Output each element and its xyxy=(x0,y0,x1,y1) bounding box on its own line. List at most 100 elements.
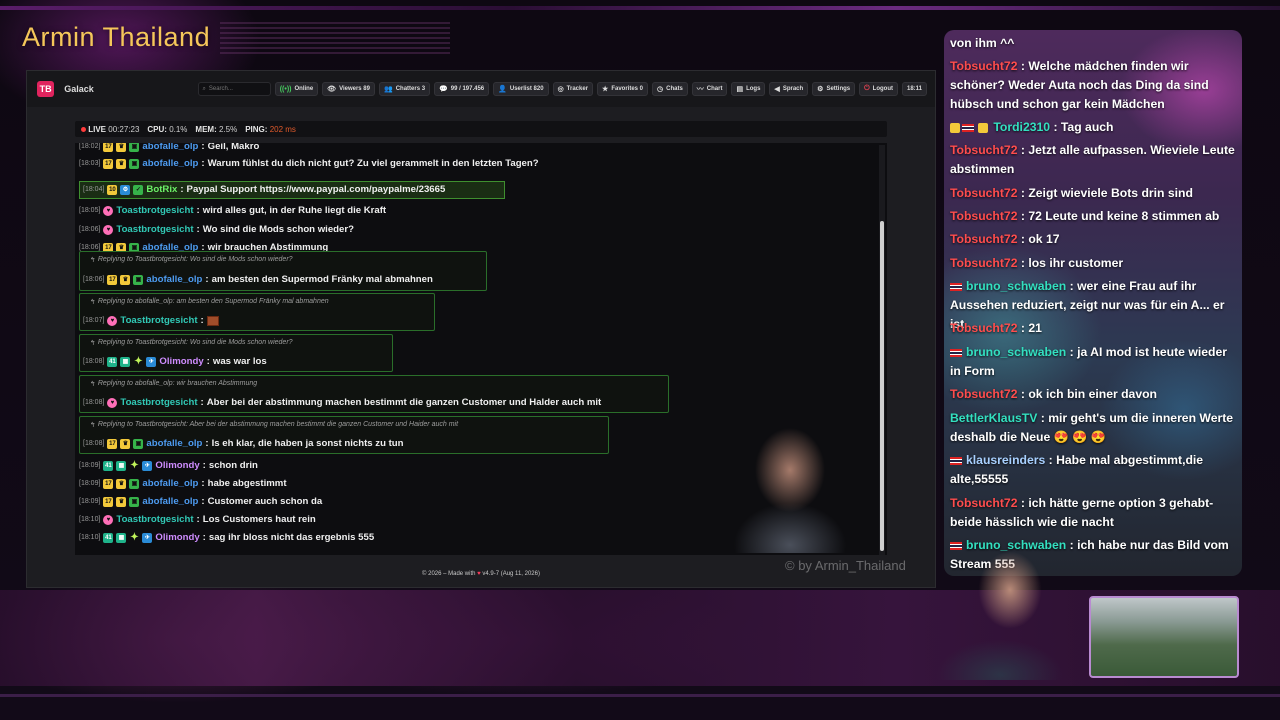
search-input[interactable]: ⌕ Search... xyxy=(197,82,271,96)
chat-username[interactable]: Toastbrotgesicht xyxy=(120,397,197,408)
nav-label: 99 / 197.456 xyxy=(450,86,485,92)
chat-row: [18:09] 17 ♛ ▣ abofalle_olp: Customer au… xyxy=(79,496,323,507)
nav-online-button[interactable]: ((•)) Online xyxy=(274,82,319,96)
nav-favorites-button[interactable]: ★ Favorites 0 xyxy=(597,82,648,96)
reply-text: Replying to abofalle_olp: am besten den … xyxy=(97,298,329,305)
chat-row: [18:04] 10 ⚙ ✓ BotRix: Paypal Support ht… xyxy=(83,184,446,195)
nav-userlist-button[interactable]: 👤 Userlist 820 xyxy=(493,82,549,96)
nav-chatters-button[interactable]: 👥 Chatters 3 xyxy=(378,82,431,96)
footer-text: © 2026 – Made with xyxy=(422,571,476,577)
timestamp: [18:04] xyxy=(83,186,105,193)
crown-icon xyxy=(978,122,988,133)
chat-username[interactable]: Olimondy xyxy=(155,460,199,471)
overlay-chat-text: : 72 Leute und keine 8 stimmen ab xyxy=(1020,209,1220,223)
clock-text: 18:11 xyxy=(906,86,922,92)
overlay-chat-text: : ok ich bin einer davon xyxy=(1020,387,1158,401)
nav-label: Favorites 0 xyxy=(611,86,643,92)
nav-logout-button[interactable]: ⏻ Logout xyxy=(859,82,898,96)
reply-text: Replying to abofalle_olp: wir brauchen A… xyxy=(97,380,258,387)
chat-username[interactable]: abofalle_olp xyxy=(142,496,198,507)
sparkle-badge-icon: ✦ xyxy=(134,355,143,367)
nav-messages-button[interactable]: 💬 99 / 197.456 xyxy=(434,82,490,96)
reply-header: ↰ Replying to Toastbrotgesicht: Wo sind d… xyxy=(89,256,293,264)
overlay-chat-user: klausreinders xyxy=(966,453,1046,467)
live-label: LIVE xyxy=(88,124,107,134)
flag-icon xyxy=(962,123,974,132)
chat-username[interactable]: abofalle_olp xyxy=(142,143,198,152)
mem-value: 2.5% xyxy=(218,124,238,134)
nav-tracker-button[interactable]: ◎ Tracker xyxy=(552,82,594,96)
user-icon: 👤 xyxy=(498,86,507,93)
chat-username[interactable]: Toastbrotgesicht xyxy=(120,315,197,326)
app-logo[interactable]: TB xyxy=(37,81,55,97)
flag-icon xyxy=(950,282,962,291)
nav-sprach-button[interactable]: ◀ Sprach xyxy=(769,82,809,96)
nav-viewers-button[interactable]: 👁 Viewers 89 xyxy=(322,82,375,96)
chat-row: [18:10] ♥ Toastbrotgesicht: Los Customer… xyxy=(79,514,316,525)
chat-username[interactable]: abofalle_olp xyxy=(146,438,202,449)
heart-badge-icon: ♥ xyxy=(107,315,118,326)
reply-header: ↰ Replying to Toastbrotgesicht: Aber bei … xyxy=(89,421,458,429)
chat-username[interactable]: abofalle_olp xyxy=(146,274,202,285)
timestamp: [18:05] xyxy=(79,207,101,214)
online-icon: ((•)) xyxy=(279,85,292,93)
chat-username[interactable]: Toastbrotgesicht xyxy=(116,224,193,235)
timestamp: [18:09] xyxy=(79,462,101,469)
nav-chats-button[interactable]: ◷ Chats xyxy=(652,82,688,96)
gift-badge-icon: ▣ xyxy=(129,158,140,169)
chat-row: [18:02] 17 ♛ ▣ abofalle_olp: Geil, Makro xyxy=(79,143,260,152)
chat-row: [18:08] 41 ▦ ✦ ✈ Olimondy: was war los xyxy=(83,355,267,367)
title-decor-stripes xyxy=(220,22,450,54)
gift-badge-icon: ▣ xyxy=(133,274,144,285)
nav-label: Viewers 89 xyxy=(339,86,370,92)
nav-label: Chart xyxy=(706,86,723,92)
chat-username[interactable]: Olimondy xyxy=(155,532,199,543)
timestamp: [18:08] xyxy=(83,399,105,406)
target-icon: ◎ xyxy=(557,86,564,93)
chat-text: Customer auch schon da xyxy=(207,496,323,507)
crown-badge-icon: ♛ xyxy=(120,274,131,285)
nav-chart-button[interactable]: 〰 Chart xyxy=(691,82,728,96)
chat-username[interactable]: abofalle_olp xyxy=(142,478,198,489)
nav-label: Logs xyxy=(746,86,761,92)
chat-username[interactable]: Toastbrotgesicht xyxy=(116,514,193,525)
chat-row: [18:06] 17 ♛ ▣ abofalle_olp: am besten d… xyxy=(83,274,433,285)
chart-icon: 〰 xyxy=(696,86,704,93)
reply-header: ↰ Replying to abofalle_olp: wir brauchen … xyxy=(89,380,257,388)
chat-row: [18:05] ♥ Toastbrotgesicht: wird alles g… xyxy=(79,205,387,216)
reply-header: ↰ Replying to Toastbrotgesicht: Wo sind d… xyxy=(89,339,293,347)
reply-header: ↰ Replying to abofalle_olp: am besten den… xyxy=(89,298,329,306)
mem-label: MEM: xyxy=(195,124,217,134)
chat-row: [18:08] ♥ Toastbrotgesicht: Aber bei der… xyxy=(83,397,602,408)
chat-username[interactable]: abofalle_olp xyxy=(142,158,198,169)
live-time: 00:27:23 xyxy=(108,124,140,134)
nav-label: Chats xyxy=(666,86,683,92)
plane-badge-icon: ✈ xyxy=(142,532,153,543)
timestamp: [18:02] xyxy=(79,143,101,150)
overlay-chat-text: : 21 xyxy=(1020,321,1042,335)
chat-username[interactable]: Olimondy xyxy=(159,356,203,367)
overlay-chat-text: : ok 17 xyxy=(1020,232,1060,246)
level-badge: 10 xyxy=(107,184,118,195)
crown-badge-icon: ♛ xyxy=(120,438,131,449)
plane-badge-icon: ✈ xyxy=(142,460,153,471)
overlay-chat-user: BettlerKlausTV xyxy=(950,411,1038,425)
verified-badge-icon: ✓ xyxy=(133,184,144,195)
streamer-webcam xyxy=(700,415,880,553)
nav-logs-button[interactable]: ▤ Logs xyxy=(731,82,766,96)
timestamp: [18:10] xyxy=(79,534,101,541)
nav-settings-button[interactable]: ⚙ Settings xyxy=(812,82,856,96)
chat-username[interactable]: Toastbrotgesicht xyxy=(116,205,193,216)
chat-text: wird alles gut, in der Ruhe liegt die Kr… xyxy=(202,205,387,216)
gift-badge-icon: ▣ xyxy=(129,478,140,489)
badge-icon xyxy=(950,122,960,133)
chat-username[interactable]: BotRix xyxy=(146,184,177,195)
reply-icon: ↰ xyxy=(89,422,95,429)
chat-row: [18:07] ♥ Toastbrotgesicht: xyxy=(83,315,219,326)
overlay-chat-line: Tobsucht72 : los ihr customer xyxy=(950,254,1236,273)
clock-icon: ◷ xyxy=(657,86,664,93)
logs-icon: ▤ xyxy=(736,86,744,93)
chat-scroll-thumb[interactable] xyxy=(880,221,884,551)
overlay-chat-user: Tobsucht72 xyxy=(950,256,1018,270)
stream-status-bar: LIVE 00:27:23 CPU: 0.1% MEM: 2.5% PING: … xyxy=(75,121,887,137)
